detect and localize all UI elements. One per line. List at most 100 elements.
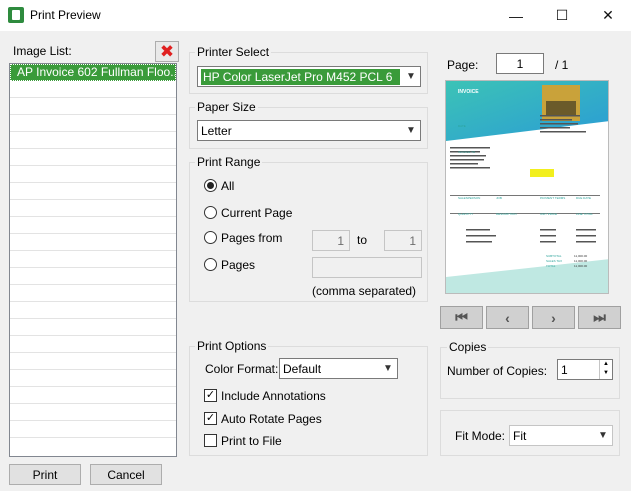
spin-down-icon[interactable]: ▼ — [600, 369, 612, 378]
last-page-icon: ⏭ — [593, 309, 606, 325]
printer-select-title: Printer Select — [195, 45, 272, 59]
chevron-down-icon: ▼ — [406, 125, 416, 136]
print-options-title: Print Options — [195, 339, 269, 353]
auto-rotate-checkbox[interactable]: ✓ — [204, 412, 217, 425]
radio-all[interactable] — [204, 179, 217, 192]
image-list-label: Image List: — [13, 44, 72, 58]
list-row-empty — [10, 132, 176, 149]
app-icon — [8, 7, 24, 23]
print-to-file-checkbox[interactable] — [204, 434, 217, 447]
printer-select-value: HP Color LaserJet Pro M452 PCL 6 — [201, 68, 400, 85]
preview-total-value: 11,000.00 — [574, 264, 587, 268]
page-total: / 1 — [555, 58, 569, 72]
auto-rotate-label: Auto Rotate Pages — [221, 412, 322, 426]
next-page-button[interactable]: › — [532, 306, 575, 329]
list-row-empty — [10, 353, 176, 370]
printer-select-dropdown[interactable]: HP Color LaserJet Pro M452 PCL 6 ▼ — [197, 66, 421, 87]
list-row-empty — [10, 149, 176, 166]
print-button[interactable]: Print — [9, 464, 81, 485]
image-list[interactable]: AP Invoice 602 Fullman Floo... — [9, 63, 177, 457]
cancel-button[interactable]: Cancel — [90, 464, 162, 485]
fit-mode-label: Fit Mode: — [455, 429, 506, 443]
first-page-button[interactable]: ⏮ — [440, 306, 483, 329]
list-row-empty — [10, 268, 176, 285]
chevron-down-icon: ▼ — [406, 71, 416, 82]
preview-subtotal: SUBTOTAL — [546, 254, 562, 258]
print-to-file-label: Print to File — [221, 434, 282, 448]
pages-to-input[interactable]: 1 — [384, 230, 422, 251]
preview-unit-price: UNIT PRICE — [540, 212, 557, 216]
first-page-icon: ⏮ — [455, 309, 468, 325]
paper-size-dropdown[interactable]: Letter ▼ — [197, 120, 421, 141]
minimize-button[interactable]: — — [493, 0, 539, 31]
list-row-empty — [10, 81, 176, 98]
include-annotations-label: Include Annotations — [221, 389, 326, 403]
next-page-icon: › — [551, 309, 556, 326]
preview-total: TOTAL — [546, 264, 556, 268]
chevron-down-icon: ▼ — [383, 363, 393, 374]
list-row-empty — [10, 251, 176, 268]
list-row-empty — [10, 336, 176, 353]
list-row-empty — [10, 285, 176, 302]
preview-date-label: DATE — [458, 124, 466, 128]
color-format-dropdown[interactable]: Default ▼ — [279, 358, 398, 379]
list-row-empty — [10, 200, 176, 217]
prev-page-icon: ‹ — [505, 309, 510, 326]
list-row-empty — [10, 115, 176, 132]
last-page-button[interactable]: ⏭ — [578, 306, 621, 329]
to-label: to — [357, 233, 368, 247]
print-range-title: Print Range — [195, 155, 263, 169]
list-row-empty — [10, 404, 176, 421]
delete-image-button[interactable]: ✖ — [155, 41, 179, 62]
radio-pages[interactable] — [204, 258, 217, 271]
list-row-empty — [10, 387, 176, 404]
copies-label: Number of Copies: — [447, 364, 548, 378]
copies-title: Copies — [447, 340, 489, 354]
delete-icon: ✖ — [159, 41, 175, 61]
radio-all-label: All — [221, 179, 235, 193]
color-format-label: Color Format: — [205, 362, 279, 376]
preview-job: JOB — [496, 196, 502, 200]
preview-line-total: LINE TOTAL — [576, 212, 593, 216]
paper-size-title: Paper Size — [195, 100, 258, 114]
preview-invoice-title: INVOICE — [458, 89, 479, 95]
prev-page-button[interactable]: ‹ — [486, 306, 529, 329]
invoice-thumbnail: INVOICE DATE INVOICE TO SALESPERSON JOB … — [446, 81, 608, 293]
copies-value: 1 — [561, 362, 568, 377]
pages-input[interactable] — [312, 257, 422, 278]
radio-pages-from[interactable] — [204, 231, 217, 244]
list-row-empty — [10, 421, 176, 438]
preview-due-date: DUE DATE — [576, 196, 591, 200]
radio-pages-from-label: Pages from — [221, 231, 283, 245]
fit-mode-dropdown[interactable]: Fit ▼ — [509, 425, 613, 446]
radio-pages-label: Pages — [221, 258, 256, 272]
page-label: Page: — [447, 58, 479, 72]
fit-mode-value: Fit — [513, 428, 527, 443]
list-item[interactable]: AP Invoice 602 Fullman Floo... — [10, 64, 176, 81]
chevron-down-icon: ▼ — [598, 430, 608, 441]
pages-hint: (comma separated) — [312, 284, 417, 298]
preview-subtotal-value: 11,000.00 — [574, 254, 587, 258]
include-annotations-checkbox[interactable]: ✓ — [204, 389, 217, 402]
list-row-empty — [10, 217, 176, 234]
color-format-value: Default — [283, 361, 322, 376]
preview-salesperson: SALESPERSON — [458, 196, 480, 200]
copies-spinner[interactable]: 1 ▲ ▼ — [557, 359, 613, 380]
radio-current-page[interactable] — [204, 206, 217, 219]
list-row-empty — [10, 302, 176, 319]
close-button[interactable]: ✕ — [585, 0, 631, 31]
maximize-button[interactable]: ☐ — [539, 0, 585, 31]
list-row-empty — [10, 183, 176, 200]
preview-sales-tax: SALES TAX — [546, 259, 562, 263]
paper-size-value: Letter — [201, 123, 232, 138]
preview-quantity: QUANTITY — [458, 212, 473, 216]
radio-current-page-label: Current Page — [221, 206, 293, 220]
spin-up-icon[interactable]: ▲ — [600, 360, 612, 369]
page-preview: INVOICE DATE INVOICE TO SALESPERSON JOB … — [445, 80, 609, 294]
preview-sales-tax-value: 11,000.00 — [574, 259, 587, 263]
list-row-empty — [10, 166, 176, 183]
preview-payment-terms: PAYMENT TERMS — [540, 196, 565, 200]
page-input[interactable]: 1 — [496, 53, 544, 74]
window-title: Print Preview — [30, 8, 101, 22]
pages-from-input[interactable]: 1 — [312, 230, 350, 251]
